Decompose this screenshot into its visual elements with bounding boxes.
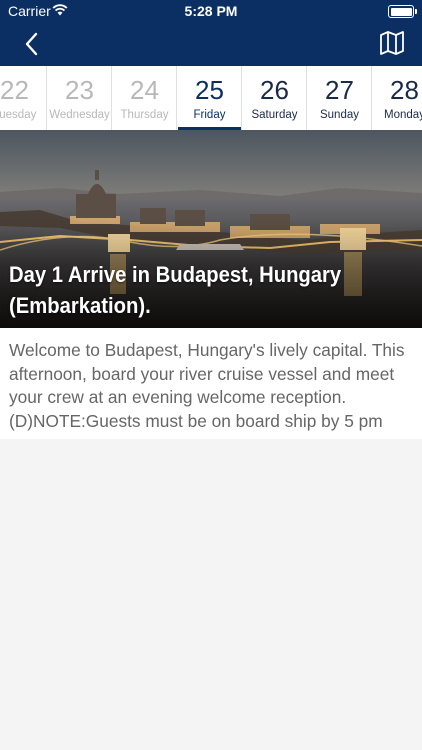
status-bar: Carrier 5:28 PM bbox=[0, 0, 422, 22]
date-cell-27[interactable]: 27 Sunday bbox=[308, 66, 372, 130]
date-number: 23 bbox=[65, 75, 94, 105]
date-number: 24 bbox=[130, 75, 159, 105]
date-number: 22 bbox=[0, 75, 29, 105]
date-number: 28 bbox=[390, 75, 419, 105]
date-cell-23[interactable]: 23 Wednesday bbox=[48, 66, 112, 130]
date-number: 27 bbox=[325, 75, 354, 105]
date-weekday: Thursday bbox=[120, 109, 169, 121]
date-cell-24[interactable]: 24 Thursday bbox=[113, 66, 177, 130]
date-number: 26 bbox=[260, 75, 289, 105]
nav-bar bbox=[0, 22, 422, 66]
date-weekday: Saturday bbox=[251, 109, 298, 121]
date-cell-25[interactable]: 25 Friday bbox=[178, 66, 242, 130]
date-weekday: Friday bbox=[193, 109, 226, 121]
clock: 5:28 PM bbox=[184, 3, 238, 19]
day-title: Day 1 Arrive in Budapest, Hungary (Embar… bbox=[9, 262, 342, 318]
date-cell-28[interactable]: 28 Monday bbox=[373, 66, 422, 130]
date-weekday: Monday bbox=[384, 109, 422, 121]
date-weekday: Sunday bbox=[319, 109, 359, 121]
day-description: Welcome to Budapest, Hungary's lively ca… bbox=[0, 328, 422, 439]
hero-image: Day 1 Arrive in Budapest, Hungary (Embar… bbox=[0, 130, 422, 328]
date-weekday: Tuesday bbox=[0, 109, 37, 121]
map-button[interactable] bbox=[378, 30, 406, 56]
battery-icon bbox=[388, 5, 417, 18]
date-cell-22[interactable]: 22 Tuesday bbox=[0, 66, 47, 130]
back-button[interactable] bbox=[16, 31, 46, 57]
date-cell-26[interactable]: 26 Saturday bbox=[243, 66, 307, 130]
date-selector: 22 Tuesday 23 Wednesday 24 Thursday 25 Friday 26… bbox=[0, 66, 422, 130]
date-number: 25 bbox=[195, 75, 224, 105]
date-weekday: Wednesday bbox=[49, 109, 110, 121]
description-text: Welcome to Budapest, Hungary's lively ca… bbox=[9, 340, 405, 431]
